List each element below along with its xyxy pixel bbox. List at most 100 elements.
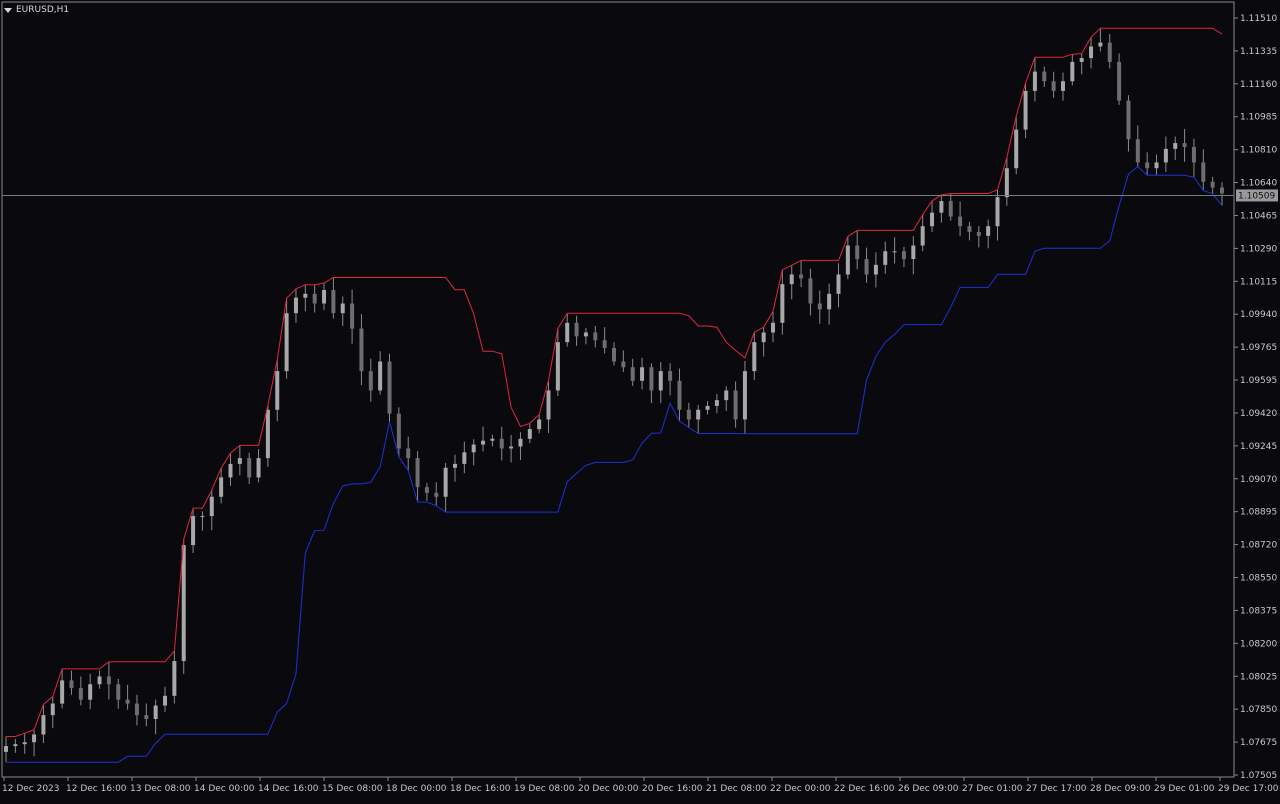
x-tick-label: 13 Dec 08:00: [130, 784, 191, 794]
x-tick-label: 20 Dec 00:00: [578, 784, 639, 794]
candle-body: [1032, 71, 1037, 91]
candle-body: [752, 342, 757, 372]
candle-body: [378, 361, 383, 391]
y-tick-label: 1.09420: [1240, 409, 1277, 419]
plot-frame: [1, 1, 1235, 778]
candle-body: [256, 458, 261, 478]
candle-body: [555, 342, 560, 391]
x-tick-label: 29 Dec 01:00: [1154, 784, 1215, 794]
x-tick-label: 20 Dec 16:00: [642, 784, 703, 794]
candle-body: [350, 303, 355, 329]
y-tick-label: 1.08550: [1240, 574, 1277, 584]
candle-body: [527, 429, 532, 439]
candle-body: [1191, 146, 1196, 163]
x-tick-label: 22 Dec 00:00: [770, 784, 831, 794]
candle-body: [948, 201, 953, 217]
candle-body: [696, 409, 701, 420]
y-tick-label: 1.07675: [1240, 738, 1277, 748]
y-tick-label: 1.08720: [1240, 541, 1277, 551]
candle-body: [88, 684, 93, 700]
candle-body: [1201, 162, 1206, 182]
x-tick-label: 15 Dec 08:00: [322, 784, 383, 794]
candle-body: [1182, 143, 1187, 147]
candle-body: [359, 328, 364, 372]
candle-body: [275, 371, 280, 410]
candle-body: [780, 284, 785, 323]
y-tick-label: 1.07505: [1240, 771, 1277, 781]
candle-body: [1004, 168, 1009, 198]
candle-body: [1154, 162, 1159, 169]
candle-body: [1060, 81, 1065, 91]
candle-body: [855, 245, 860, 260]
lower-channel-line: [6, 165, 1223, 763]
y-tick-label: 1.09940: [1240, 310, 1277, 320]
candle-body: [658, 371, 663, 391]
candle-body: [1051, 81, 1056, 91]
candle-body: [490, 438, 495, 441]
candle-body: [237, 458, 242, 464]
candle-body: [22, 742, 27, 745]
x-tick-label: 14 Dec 16:00: [258, 784, 319, 794]
candle-body: [677, 380, 682, 410]
candle-body: [228, 463, 233, 478]
candle-body: [1210, 181, 1215, 188]
candle-body: [761, 332, 766, 343]
symbol-title: EURUSD,H1: [16, 5, 70, 15]
candle-body: [537, 419, 542, 430]
candle-body: [1220, 187, 1224, 194]
candle-body: [471, 444, 476, 453]
y-tick-label: 1.11160: [1240, 80, 1277, 90]
candle-body: [50, 703, 55, 716]
candle-body: [1042, 71, 1047, 82]
candle-body: [247, 458, 252, 478]
candle-body: [443, 467, 448, 497]
candle-body: [789, 274, 794, 285]
upper-channel-line: [6, 27, 1223, 737]
candle-body: [939, 201, 944, 213]
price-chart[interactable]: 1.11510 1.11335 1.11160 1.10985 1.10810 1.106…: [0, 0, 1280, 800]
candle-body: [322, 289, 327, 304]
x-tick-label: 12 Dec 2023: [2, 784, 60, 794]
candle-body: [41, 715, 46, 735]
chart-title: EURUSD,H1: [4, 3, 69, 17]
candle-body: [630, 367, 635, 381]
y-tick-label: 1.10465: [1240, 211, 1277, 221]
candle-body: [97, 676, 102, 685]
candle-body: [686, 409, 691, 420]
x-tick-label: 27 Dec 01:00: [962, 784, 1023, 794]
candle-body: [733, 390, 738, 420]
y-tick-label: 1.10115: [1240, 277, 1277, 287]
candle-body: [593, 332, 598, 341]
x-tick-label: 12 Dec 16:00: [66, 784, 127, 794]
candle-body: [116, 684, 121, 700]
candle-body: [78, 688, 83, 700]
candle-body: [284, 313, 289, 372]
current-price-label: 1.10509: [1238, 191, 1275, 201]
candle-body: [209, 496, 214, 517]
y-tick-label: 1.11510: [1240, 14, 1277, 24]
candle-body: [565, 322, 570, 343]
candle-body: [836, 274, 841, 294]
candle-body: [518, 438, 523, 447]
candle-body: [434, 492, 439, 497]
x-tick-label: 26 Dec 09:00: [898, 784, 959, 794]
candle-body: [1023, 90, 1028, 130]
y-tick-label: 1.10810: [1240, 146, 1277, 156]
candle-body: [771, 322, 776, 333]
candle-body: [415, 458, 420, 488]
candle-body: [106, 676, 111, 685]
candle-body: [1145, 162, 1150, 169]
y-tick-label: 1.08375: [1240, 606, 1277, 616]
candle-body: [331, 289, 336, 314]
candle-body: [901, 251, 906, 260]
x-tick-label: 27 Dec 17:00: [1026, 784, 1087, 794]
candle-body: [958, 216, 963, 227]
candle-body: [153, 705, 158, 720]
candle-body: [873, 264, 878, 275]
y-tick-label: 1.09765: [1240, 343, 1277, 353]
candle-body: [499, 438, 504, 449]
candle-body: [986, 226, 991, 236]
candle-body: [219, 477, 224, 497]
y-tick-label: 1.09245: [1240, 442, 1277, 452]
candle-body: [1079, 58, 1084, 62]
